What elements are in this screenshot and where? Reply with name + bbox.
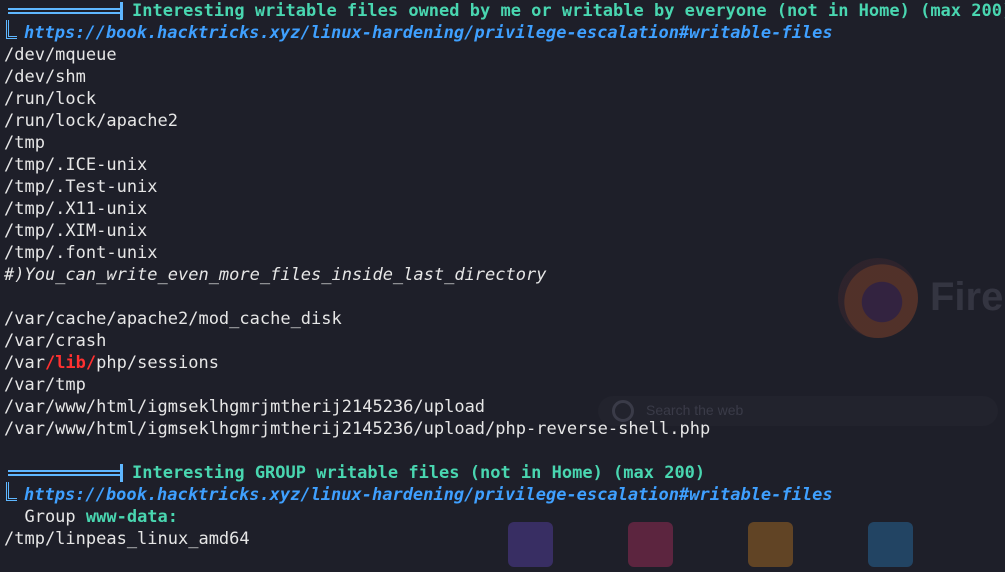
section-title: Interesting writable files owned by me o… [132, 1, 1005, 21]
path-suffix: php/sessions [96, 353, 219, 373]
file-path-highlighted: /var/lib/php/sessions [4, 352, 1005, 374]
file-path: /var/www/html/igmseklhgmrjmtherij2145236… [4, 397, 486, 417]
terminal-output[interactable]: Interesting writable files owned by me o… [4, 0, 1005, 550]
file-path: /dev/mqueue [4, 45, 117, 65]
file-path: /tmp/.X11-unix [4, 199, 148, 219]
banner-corner [6, 482, 17, 501]
file-path: /run/lock [4, 89, 97, 109]
banner-bar [8, 8, 120, 14]
banner-corner [6, 20, 17, 39]
path-prefix: /var [4, 353, 45, 373]
banner-bar-end [120, 464, 123, 482]
file-path: /tmp/.ICE-unix [4, 155, 148, 175]
file-path: /var/tmp [4, 375, 86, 395]
file-path: /run/lock/apache2 [4, 111, 178, 131]
section-banner: Interesting writable files owned by me o… [4, 0, 1005, 22]
section-banner: Interesting GROUP writable files (not in… [4, 462, 1005, 484]
info-note: #)You_can_write_even_more_files_inside_l… [4, 265, 547, 285]
file-path: /tmp/.Test-unix [4, 177, 158, 197]
file-path: /var/cache/apache2/mod_cache_disk [4, 309, 342, 329]
reference-link[interactable]: https://book.hacktricks.xyz/linux-harden… [24, 22, 833, 44]
banner-bar-end [120, 2, 123, 20]
group-name: www-data: [85, 507, 179, 527]
path-highlight: /lib/ [44, 353, 97, 373]
file-path: /dev/shm [4, 67, 86, 87]
file-path: /tmp [4, 133, 45, 153]
reference-link-line: https://book.hacktricks.xyz/linux-harden… [4, 20, 1005, 44]
banner-bar [8, 470, 120, 476]
file-path: /tmp/.font-unix [4, 243, 158, 263]
section-title: Interesting GROUP writable files (not in… [132, 463, 706, 483]
reference-link[interactable]: https://book.hacktricks.xyz/linux-harden… [24, 484, 833, 506]
file-path: /var/crash [4, 331, 107, 351]
reference-link-line: https://book.hacktricks.xyz/linux-harden… [4, 482, 1005, 506]
file-path: /tmp/.XIM-unix [4, 221, 148, 241]
group-heading: Group www-data: [4, 506, 1005, 528]
file-path: /var/www/html/igmseklhgmrjmtherij2145236… [4, 419, 711, 439]
file-path: /tmp/linpeas_linux_amd64 [4, 529, 250, 549]
